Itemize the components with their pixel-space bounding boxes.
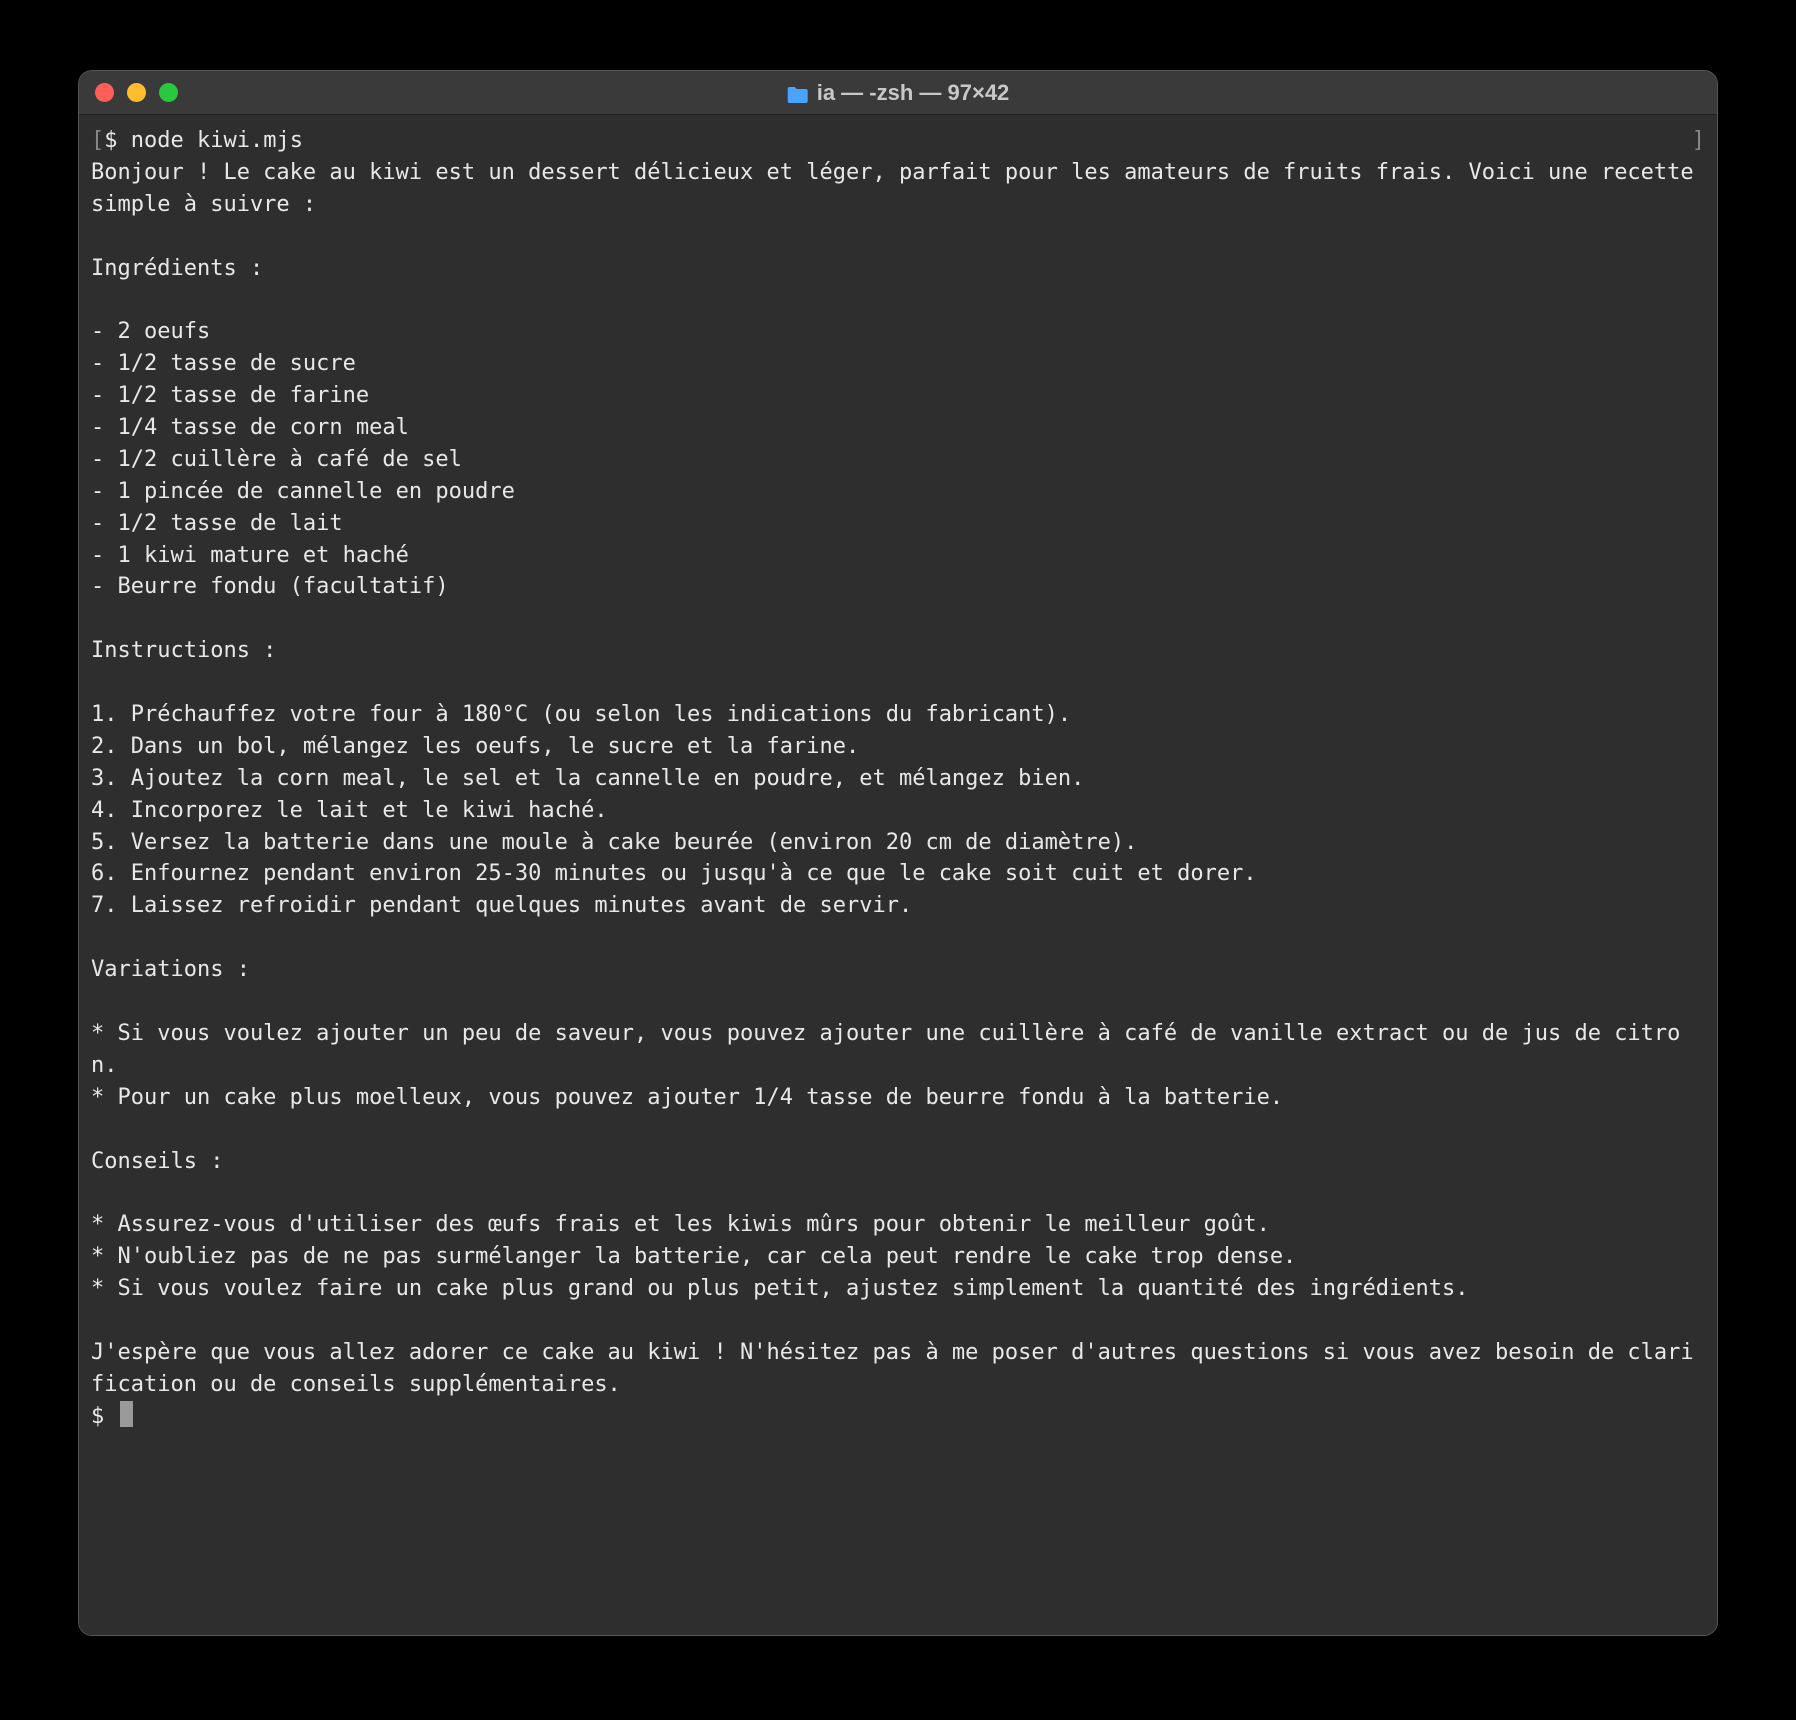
output-line: Conseils : [91, 1146, 1705, 1178]
command-text: node kiwi.mjs [131, 128, 303, 153]
output-line: - Beurre fondu (facultatif) [91, 571, 1705, 603]
output-line [91, 1114, 1705, 1146]
output-line [91, 986, 1705, 1018]
output-line: - 1 pincée de cannelle en poudre [91, 476, 1705, 508]
output-line: * Si vous voulez faire un cake plus gran… [91, 1273, 1705, 1305]
window-title-text: ia — -zsh — 97×42 [817, 80, 1010, 106]
bracket-close: ] [1692, 125, 1705, 157]
output-line: - 1/2 tasse de lait [91, 508, 1705, 540]
prompt-line-1: [$ node kiwi.mjs ] [91, 125, 1705, 157]
output-line: - 1/2 tasse de sucre [91, 348, 1705, 380]
prompt-line-2: $ [91, 1401, 1705, 1433]
output-line [91, 1177, 1705, 1209]
output-line: 6. Enfournez pendant environ 25-30 minut… [91, 858, 1705, 890]
terminal-output: Bonjour ! Le cake au kiwi est un dessert… [91, 157, 1705, 1401]
output-line: - 1/4 tasse de corn meal [91, 412, 1705, 444]
traffic-lights [95, 83, 178, 102]
output-line: * Si vous voulez ajouter un peu de saveu… [91, 1018, 1705, 1082]
output-line [91, 922, 1705, 954]
output-line: Bonjour ! Le cake au kiwi est un dessert… [91, 157, 1705, 221]
output-line: 2. Dans un bol, mélangez les oeufs, le s… [91, 731, 1705, 763]
terminal-window: ia — -zsh — 97×42 [$ node kiwi.mjs ] Bon… [78, 70, 1718, 1636]
output-line: 1. Préchauffez votre four à 180°C (ou se… [91, 699, 1705, 731]
output-line [91, 603, 1705, 635]
output-line: * N'oubliez pas de ne pas surmélanger la… [91, 1241, 1705, 1273]
output-line: - 1 kiwi mature et haché [91, 540, 1705, 572]
output-line: 7. Laissez refroidir pendant quelques mi… [91, 890, 1705, 922]
output-line: - 1/2 tasse de farine [91, 380, 1705, 412]
titlebar[interactable]: ia — -zsh — 97×42 [79, 71, 1717, 115]
window-title: ia — -zsh — 97×42 [787, 80, 1010, 106]
close-button[interactable] [95, 83, 114, 102]
output-line: - 1/2 cuillère à café de sel [91, 444, 1705, 476]
terminal-body[interactable]: [$ node kiwi.mjs ] Bonjour ! Le cake au … [79, 115, 1717, 1635]
output-line: * Pour un cake plus moelleux, vous pouve… [91, 1082, 1705, 1114]
output-line: 4. Incorporez le lait et le kiwi haché. [91, 795, 1705, 827]
minimize-button[interactable] [127, 83, 146, 102]
output-line: 5. Versez la batterie dans une moule à c… [91, 827, 1705, 859]
output-line [91, 1305, 1705, 1337]
output-line: 3. Ajoutez la corn meal, le sel et la ca… [91, 763, 1705, 795]
prompt-symbol: $ [104, 128, 131, 153]
bracket-open: [ [91, 128, 104, 153]
cursor [120, 1401, 133, 1427]
output-line [91, 667, 1705, 699]
output-line: Ingrédients : [91, 253, 1705, 285]
folder-icon [787, 84, 809, 102]
output-line: Instructions : [91, 635, 1705, 667]
output-line [91, 284, 1705, 316]
output-line [91, 221, 1705, 253]
zoom-button[interactable] [159, 83, 178, 102]
output-line: Variations : [91, 954, 1705, 986]
output-line: - 2 oeufs [91, 316, 1705, 348]
prompt-symbol: $ [91, 1401, 118, 1433]
output-line: * Assurez-vous d'utiliser des œufs frais… [91, 1209, 1705, 1241]
output-line: J'espère que vous allez adorer ce cake a… [91, 1337, 1705, 1401]
